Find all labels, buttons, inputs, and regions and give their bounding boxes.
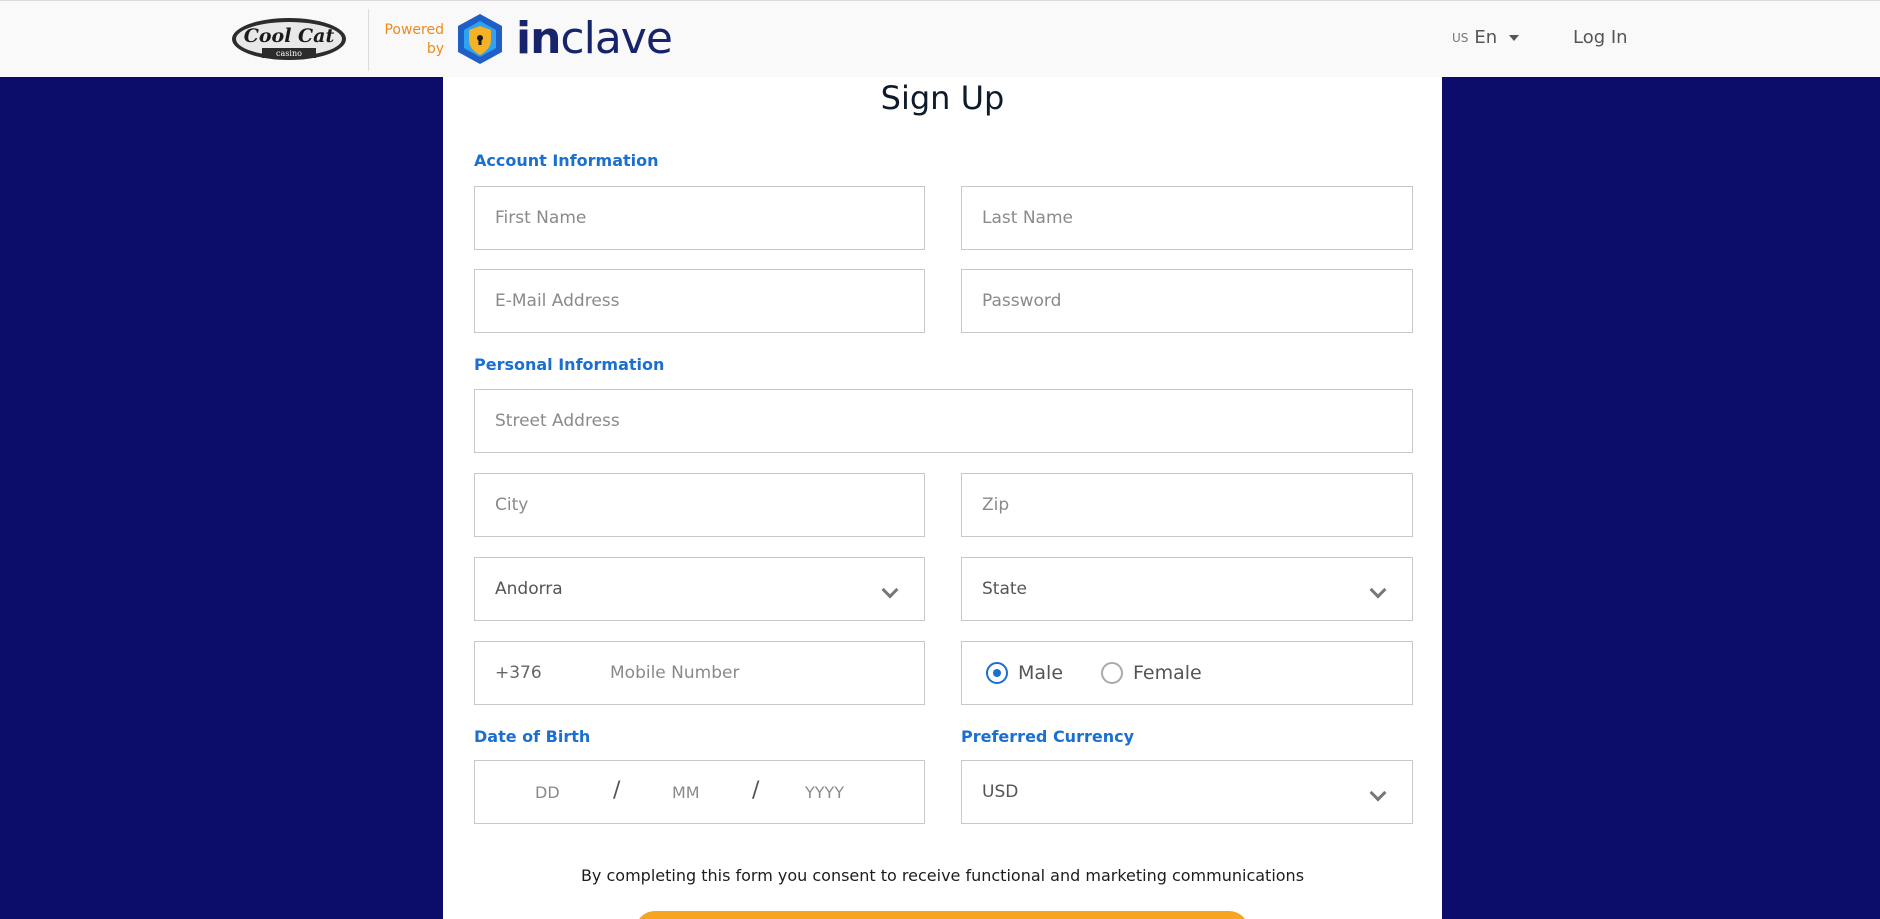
- cool-cat-casino-logo[interactable]: Cool Cat casino: [230, 15, 348, 63]
- dob-year-input[interactable]: YYYY: [805, 783, 844, 802]
- last-name-input[interactable]: Last Name: [961, 186, 1413, 250]
- radio-selected-icon: [986, 662, 1008, 684]
- state-select[interactable]: State: [961, 557, 1413, 621]
- phone-prefix[interactable]: +376: [495, 663, 610, 683]
- dob-month-input[interactable]: MM: [672, 783, 700, 802]
- account-section-label: Account Information: [474, 151, 659, 170]
- dob-day-input[interactable]: DD: [535, 783, 560, 802]
- city-input[interactable]: City: [474, 473, 925, 537]
- signup-card: Sign Up Account Information First Name L…: [443, 77, 1442, 919]
- radio-unselected-icon: [1101, 662, 1124, 684]
- page-title: Sign Up: [880, 79, 1005, 117]
- caret-down-icon: [1509, 34, 1520, 41]
- first-name-input[interactable]: First Name: [474, 186, 925, 250]
- brand-subname: casino: [276, 49, 302, 58]
- logo-divider: [368, 9, 369, 71]
- top-navbar: Cool Cat casino Powered by inclave US En…: [0, 0, 1880, 77]
- chevron-down-icon: [1369, 581, 1387, 599]
- consent-text: By completing this form you consent to r…: [580, 866, 1305, 885]
- inclave-logo-text: inclave: [516, 13, 673, 64]
- dob-separator: /: [613, 778, 621, 803]
- country-code: US: [1452, 30, 1469, 45]
- language-label: En: [1474, 27, 1498, 48]
- gender-radio-group: Male Female: [961, 641, 1413, 705]
- currency-select[interactable]: USD: [961, 760, 1413, 824]
- login-link[interactable]: Log In: [1573, 27, 1628, 48]
- gender-female-radio[interactable]: Female: [1101, 662, 1202, 684]
- chevron-down-icon: [881, 581, 899, 599]
- date-of-birth-field: DD / MM / YYYY: [474, 760, 925, 824]
- mobile-number-input[interactable]: +376 Mobile Number: [474, 641, 925, 705]
- zip-input[interactable]: Zip: [961, 473, 1413, 537]
- gender-male-radio[interactable]: Male: [986, 662, 1063, 684]
- brand-name: Cool Cat: [244, 25, 335, 47]
- powered-by-label: Powered by: [384, 22, 444, 57]
- language-selector[interactable]: US En: [1452, 27, 1520, 48]
- personal-section-label: Personal Information: [474, 355, 665, 374]
- dob-separator: /: [752, 778, 760, 803]
- street-address-input[interactable]: Street Address: [474, 389, 1413, 453]
- dob-label: Date of Birth: [474, 727, 591, 746]
- submit-button[interactable]: [635, 911, 1249, 919]
- chevron-down-icon: [1369, 784, 1387, 802]
- inclave-shield-icon: [458, 14, 502, 64]
- country-select[interactable]: Andorra: [474, 557, 925, 621]
- email-input[interactable]: E-Mail Address: [474, 269, 925, 333]
- currency-label: Preferred Currency: [961, 727, 1135, 746]
- password-input[interactable]: Password: [961, 269, 1413, 333]
